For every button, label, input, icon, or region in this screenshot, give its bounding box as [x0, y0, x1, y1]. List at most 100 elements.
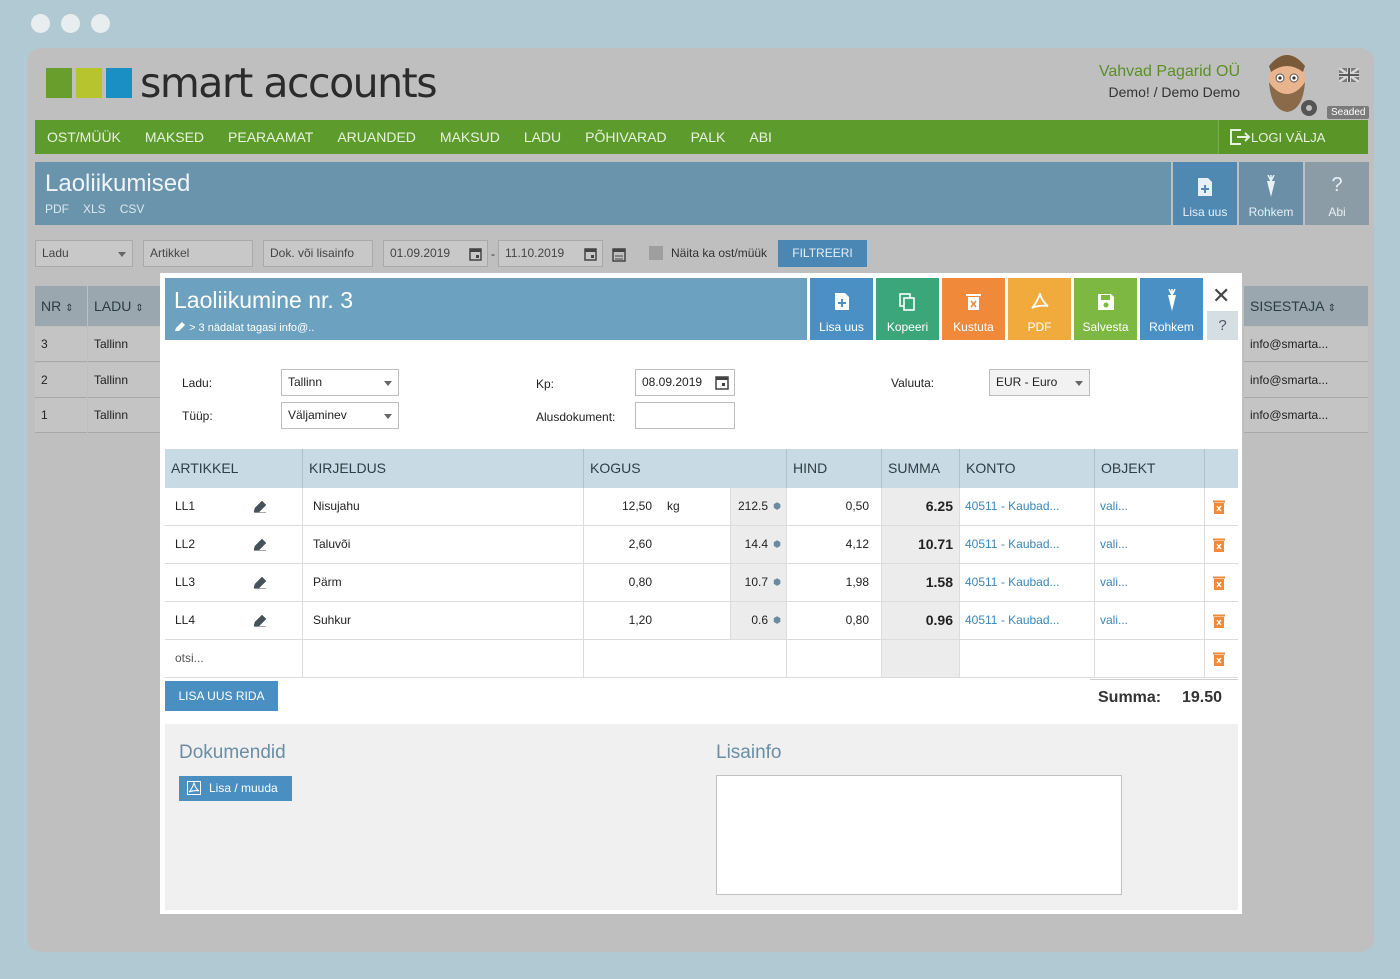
column-header-nr[interactable]: NR ⇕: [35, 286, 87, 326]
nav-item-palk[interactable]: PALK: [679, 120, 738, 154]
uk-flag-icon[interactable]: [1339, 68, 1359, 82]
account-cell[interactable]: [960, 640, 1095, 677]
date-to-input[interactable]: 11.10.2019: [498, 240, 603, 267]
filter-button[interactable]: FILTREERI: [778, 240, 867, 267]
edit-icon[interactable]: [253, 576, 267, 589]
show-purchase-sales-checkbox[interactable]: [649, 246, 663, 260]
quantity-cell[interactable]: 1,20: [584, 602, 731, 639]
window-dot-1[interactable]: [31, 14, 50, 33]
nav-item-ladu[interactable]: LADU: [512, 120, 573, 154]
nav-item-pohivarad[interactable]: PÕHIVARAD: [573, 120, 678, 154]
page-add-button[interactable]: Lisa uus: [1173, 162, 1237, 225]
page-more-button[interactable]: Rohkem: [1239, 162, 1303, 225]
window-dot-2[interactable]: [61, 14, 80, 33]
description-cell[interactable]: Nisujahu: [303, 488, 584, 525]
article-search-input[interactable]: otsi...: [165, 640, 303, 677]
description-cell[interactable]: Suhkur: [303, 602, 584, 639]
modal-help-button[interactable]: ?: [1207, 311, 1238, 340]
date-from-input[interactable]: 01.09.2019: [383, 240, 488, 267]
warehouse-filter-select[interactable]: Ladu: [35, 240, 133, 267]
avatar[interactable]: [1257, 48, 1317, 118]
window-dot-3[interactable]: [91, 14, 110, 33]
delete-row-icon[interactable]: [1213, 614, 1225, 628]
add-row-button[interactable]: LISA UUS RIDA: [165, 681, 278, 711]
calendar-icon[interactable]: [584, 247, 597, 261]
nav-item-ost-myyk[interactable]: OST/MÜÜK: [35, 120, 133, 154]
quantity-cell[interactable]: 12,50 kg: [584, 488, 731, 525]
logout-button[interactable]: LOGI VÄLJA: [1218, 120, 1368, 154]
currency-select[interactable]: EUR - Euro: [989, 369, 1090, 396]
description-cell[interactable]: [303, 640, 584, 677]
nav-item-abi[interactable]: ABI: [737, 120, 784, 154]
table-row-ladu[interactable]: Tallinn: [88, 327, 160, 362]
date-input[interactable]: 08.09.2019: [635, 369, 735, 396]
modal-delete-button[interactable]: Kustuta: [942, 278, 1005, 340]
additional-info-textarea[interactable]: [716, 775, 1122, 895]
quantity-cell[interactable]: 0,80: [584, 564, 731, 601]
description-cell[interactable]: Taluvõi: [303, 526, 584, 563]
object-cell[interactable]: vali...: [1095, 488, 1205, 525]
nav-item-pearaamat[interactable]: PEARAAMAT: [216, 120, 325, 154]
object-cell[interactable]: [1095, 640, 1205, 677]
app-logo[interactable]: smart accounts: [46, 63, 438, 104]
column-header-ladu[interactable]: LADU ⇕: [88, 286, 160, 326]
document-filter-input[interactable]: Dok. või lisainfo: [263, 240, 373, 267]
delete-row-icon[interactable]: [1213, 538, 1225, 552]
modal-copy-button[interactable]: Kopeeri: [876, 278, 939, 340]
type-select[interactable]: Väljaminev: [281, 402, 399, 429]
delete-row-icon[interactable]: [1213, 500, 1225, 514]
account-cell[interactable]: 40511 - Kaubad...: [960, 602, 1095, 639]
modal-more-button[interactable]: Rohkem: [1140, 278, 1203, 340]
article-cell[interactable]: LL3: [165, 564, 303, 601]
price-cell[interactable]: 0,80: [787, 602, 882, 639]
table-row-sisestaja[interactable]: info@smarta...: [1244, 327, 1368, 362]
modal-add-button[interactable]: Lisa uus: [810, 278, 873, 340]
settings-label[interactable]: Seaded: [1327, 106, 1370, 119]
price-cell[interactable]: 4,12: [787, 526, 882, 563]
article-filter-input[interactable]: Artikkel: [143, 240, 253, 267]
object-cell[interactable]: vali...: [1095, 526, 1205, 563]
export-pdf-link[interactable]: PDF: [45, 202, 69, 216]
delete-row-icon[interactable]: [1213, 576, 1225, 590]
table-row-nr[interactable]: 1: [35, 398, 87, 433]
date-range-calendar-icon[interactable]: [612, 247, 626, 262]
price-cell[interactable]: 0,50: [787, 488, 882, 525]
table-row-nr[interactable]: 3: [35, 327, 87, 362]
page-help-button[interactable]: ? Abi: [1305, 162, 1369, 225]
close-icon[interactable]: ✕: [1212, 283, 1230, 309]
calendar-icon[interactable]: [469, 247, 482, 261]
delete-row-icon[interactable]: [1213, 652, 1225, 666]
article-cell[interactable]: LL4: [165, 602, 303, 639]
description-cell[interactable]: Pärm: [303, 564, 584, 601]
add-edit-documents-button[interactable]: Lisa / muuda: [179, 776, 292, 801]
modal-save-button[interactable]: Salvesta: [1074, 278, 1137, 340]
export-xls-link[interactable]: XLS: [83, 202, 106, 216]
object-cell[interactable]: vali...: [1095, 564, 1205, 601]
object-cell[interactable]: vali...: [1095, 602, 1205, 639]
account-cell[interactable]: 40511 - Kaubad...: [960, 526, 1095, 563]
calendar-icon[interactable]: [715, 375, 729, 390]
table-row-sisestaja[interactable]: info@smarta...: [1244, 363, 1368, 398]
price-cell[interactable]: 1,98: [787, 564, 882, 601]
nav-item-aruanded[interactable]: ARUANDED: [325, 120, 428, 154]
export-csv-link[interactable]: CSV: [120, 202, 145, 216]
article-cell[interactable]: LL2: [165, 526, 303, 563]
edit-icon[interactable]: [253, 614, 267, 627]
table-row-nr[interactable]: 2: [35, 363, 87, 398]
table-row-ladu[interactable]: Tallinn: [88, 363, 160, 398]
modal-pdf-button[interactable]: PDF: [1008, 278, 1071, 340]
edit-icon[interactable]: [253, 538, 267, 551]
company-name[interactable]: Vahvad Pagarid OÜ: [1099, 63, 1240, 81]
column-header-sisestaja[interactable]: SISESTAJA ⇕: [1244, 286, 1368, 326]
quantity-cell[interactable]: 2,60: [584, 526, 731, 563]
price-cell[interactable]: [787, 640, 882, 677]
edit-icon[interactable]: [253, 500, 267, 513]
warehouse-select[interactable]: Tallinn: [281, 369, 399, 396]
nav-item-maksud[interactable]: MAKSUD: [428, 120, 512, 154]
base-document-input[interactable]: [635, 402, 735, 429]
table-row-sisestaja[interactable]: info@smarta...: [1244, 398, 1368, 433]
nav-item-maksed[interactable]: MAKSED: [133, 120, 216, 154]
account-cell[interactable]: 40511 - Kaubad...: [960, 488, 1095, 525]
quantity-cell[interactable]: [584, 640, 787, 677]
table-row-ladu[interactable]: Tallinn: [88, 398, 160, 433]
